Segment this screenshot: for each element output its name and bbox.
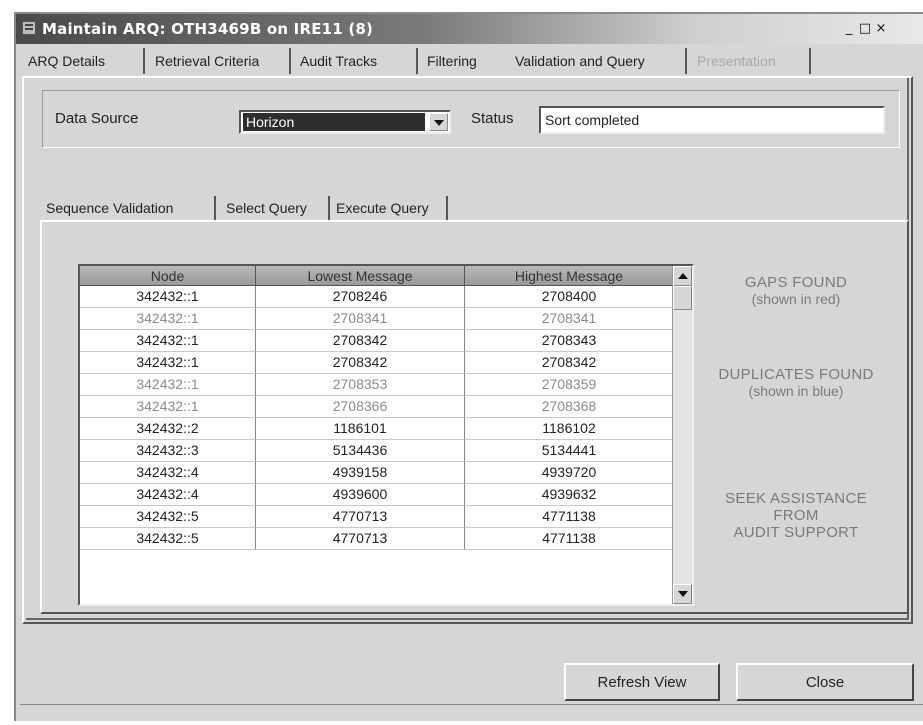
- node-cell: 342432::4: [80, 484, 256, 506]
- window-title: Maintain ARQ: OTH3469B on IRE11 (8): [42, 20, 374, 38]
- duplicates-found-note: DUPLICATES FOUND (shown in blue): [694, 366, 898, 400]
- tab-select-query[interactable]: Select Query: [226, 196, 330, 220]
- refresh-view-button[interactable]: Refresh View: [564, 663, 720, 701]
- tab-presentation[interactable]: Presentation: [693, 48, 811, 74]
- tab-retrieval-criteria[interactable]: Retrieval Criteria: [151, 48, 291, 74]
- lowest-message-cell: 4770713: [256, 528, 465, 550]
- data-source-selected[interactable]: Horizon: [243, 113, 425, 131]
- maximize-button[interactable]: □: [858, 21, 872, 36]
- grid-body: 342432::1 2708246 2708400 342432::1 2708341 2…: [80, 286, 674, 550]
- lowest-message-cell: 2708353: [256, 374, 465, 396]
- seek-assistance-line3: AUDIT SUPPORT: [733, 524, 859, 541]
- node-cell: 342432::3: [80, 440, 256, 462]
- lowest-message-cell: 4939600: [256, 484, 465, 506]
- highest-message-cell: 1186102: [465, 418, 674, 440]
- chevron-down-icon[interactable]: [429, 113, 448, 131]
- table-row[interactable]: 342432::1 2708353 2708359: [80, 374, 674, 396]
- seek-assistance-note: SEEK ASSISTANCE FROM AUDIT SUPPORT: [696, 490, 896, 541]
- node-cell: 342432::1: [80, 308, 256, 330]
- node-cell: 342432::1: [80, 374, 256, 396]
- table-row[interactable]: 342432::1 2708246 2708400: [80, 286, 674, 308]
- status-label: Status: [471, 110, 514, 127]
- node-cell: 342432::5: [80, 506, 256, 528]
- minimize-button[interactable]: _: [842, 21, 856, 36]
- duplicates-found-title: DUPLICATES FOUND: [718, 366, 874, 383]
- tab-filtering[interactable]: Filtering: [423, 48, 505, 74]
- seek-assistance-line1: SEEK ASSISTANCE: [725, 490, 867, 507]
- table-row[interactable]: 342432::4 4939600 4939632: [80, 484, 674, 506]
- highest-message-cell: 4771138: [465, 506, 674, 528]
- sequence-grid[interactable]: Node Lowest Message Highest Message 3424…: [78, 264, 694, 606]
- lowest-message-cell: 2708342: [256, 330, 465, 352]
- lowest-message-cell: 2708342: [256, 352, 465, 374]
- app-icon[interactable]: [22, 21, 36, 35]
- data-source-label: Data Source: [55, 110, 139, 127]
- highest-message-cell: 2708368: [465, 396, 674, 418]
- node-cell: 342432::1: [80, 352, 256, 374]
- tab-validation-and-query[interactable]: Validation and Query: [511, 48, 687, 74]
- table-row[interactable]: 342432::1 2708342 2708342: [80, 352, 674, 374]
- lowest-message-cell: 2708246: [256, 286, 465, 308]
- duplicates-found-sub: (shown in blue): [748, 383, 844, 399]
- lowest-message-cell: 2708341: [256, 308, 465, 330]
- status-field: Sort completed: [539, 106, 885, 134]
- data-source-group: Data Source Horizon Status Sort complete…: [42, 90, 900, 148]
- close-button[interactable]: Close: [736, 663, 914, 701]
- gaps-found-note: GAPS FOUND (shown in red): [696, 274, 896, 308]
- gaps-found-title: GAPS FOUND: [744, 274, 848, 291]
- lowest-message-cell: 5134436: [256, 440, 465, 462]
- seek-assistance-line2: FROM: [773, 507, 819, 524]
- table-row[interactable]: 342432::3 5134436 5134441: [80, 440, 674, 462]
- column-header-node[interactable]: Node: [80, 266, 256, 286]
- tab-audit-tracks[interactable]: Audit Tracks: [296, 48, 418, 74]
- grid-header: Node Lowest Message Highest Message: [80, 266, 674, 286]
- node-cell: 342432::1: [80, 396, 256, 418]
- node-cell: 342432::4: [80, 462, 256, 484]
- gaps-found-sub: (shown in red): [751, 291, 841, 307]
- tab-arq-details[interactable]: ARQ Details: [24, 48, 145, 74]
- table-row[interactable]: 342432::2 1186101 1186102: [80, 418, 674, 440]
- node-cell: 342432::1: [80, 286, 256, 308]
- lowest-message-cell: 2708366: [256, 396, 465, 418]
- highest-message-cell: 4939632: [465, 484, 674, 506]
- highest-message-cell: 2708359: [465, 374, 674, 396]
- table-row[interactable]: 342432::5 4770713 4771138: [80, 506, 674, 528]
- table-row[interactable]: 342432::1 2708342 2708343: [80, 330, 674, 352]
- maintain-arq-window: Maintain ARQ: OTH3469B on IRE11 (8) _ □ …: [14, 12, 923, 721]
- table-row[interactable]: 342432::5 4770713 4771138: [80, 528, 674, 550]
- highest-message-cell: 2708341: [465, 308, 674, 330]
- scroll-up-icon[interactable]: [673, 266, 692, 286]
- highest-message-cell: 4939720: [465, 462, 674, 484]
- highest-message-cell: 5134441: [465, 440, 674, 462]
- highest-message-cell: 4771138: [465, 528, 674, 550]
- column-header-highest-message[interactable]: Highest Message: [465, 266, 674, 286]
- data-source-combo[interactable]: Horizon: [239, 110, 451, 134]
- highest-message-cell: 2708343: [465, 330, 674, 352]
- status-bar: [20, 704, 923, 725]
- vertical-scrollbar[interactable]: [672, 266, 692, 604]
- table-row[interactable]: 342432::1 2708366 2708368: [80, 396, 674, 418]
- table-row[interactable]: 342432::1 2708341 2708341: [80, 308, 674, 330]
- node-cell: 342432::2: [80, 418, 256, 440]
- scroll-thumb[interactable]: [673, 286, 692, 310]
- node-cell: 342432::1: [80, 330, 256, 352]
- table-row[interactable]: 342432::4 4939158 4939720: [80, 462, 674, 484]
- title-bar[interactable]: Maintain ARQ: OTH3469B on IRE11 (8) _ □ …: [16, 14, 923, 44]
- tab-execute-query[interactable]: Execute Query: [336, 196, 448, 220]
- scroll-down-icon[interactable]: [673, 584, 692, 604]
- close-window-button[interactable]: ×: [874, 21, 888, 36]
- highest-message-cell: 2708342: [465, 352, 674, 374]
- lowest-message-cell: 4770713: [256, 506, 465, 528]
- lowest-message-cell: 1186101: [256, 418, 465, 440]
- lowest-message-cell: 4939158: [256, 462, 465, 484]
- node-cell: 342432::5: [80, 528, 256, 550]
- tab-sequence-validation[interactable]: Sequence Validation: [46, 196, 216, 220]
- highest-message-cell: 2708400: [465, 286, 674, 308]
- column-header-lowest-message[interactable]: Lowest Message: [256, 266, 465, 286]
